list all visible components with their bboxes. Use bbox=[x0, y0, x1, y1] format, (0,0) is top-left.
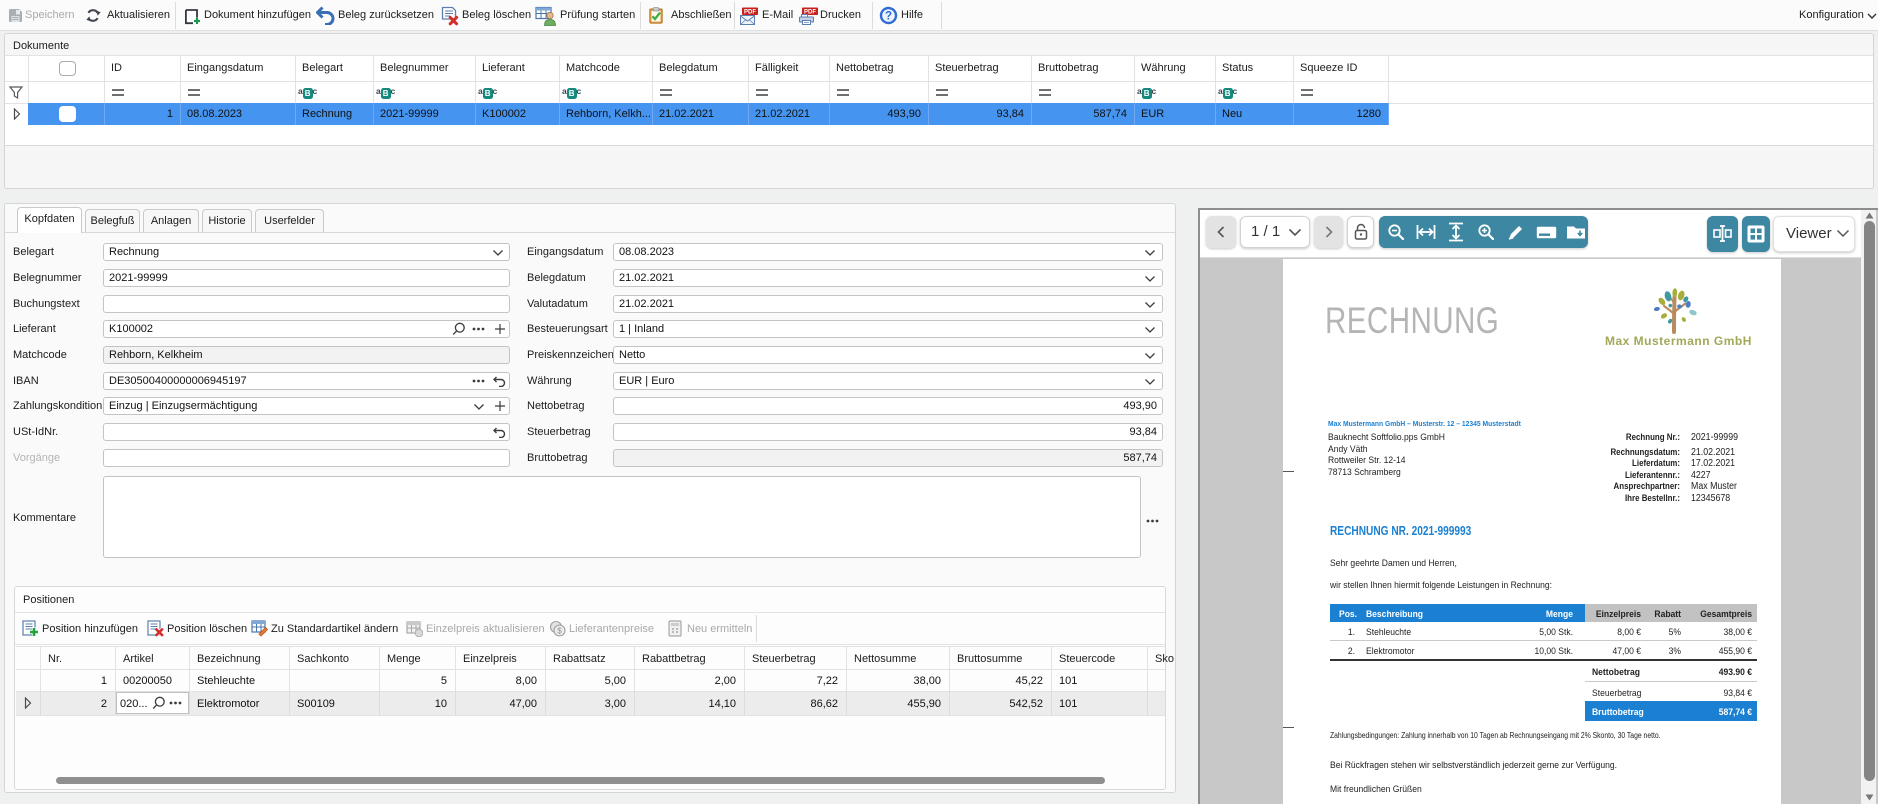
svg-text:$: $ bbox=[557, 627, 562, 636]
svg-text:?: ? bbox=[885, 11, 892, 23]
svg-text:PDF: PDF bbox=[744, 9, 756, 15]
